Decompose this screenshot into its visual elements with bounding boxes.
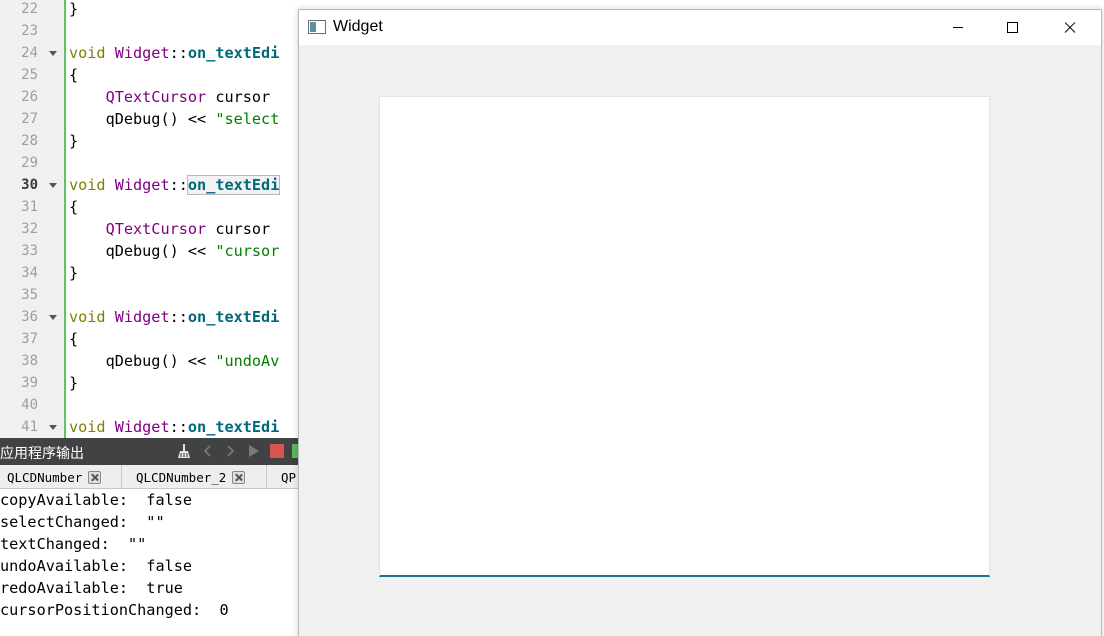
output-pane-title: 应用程序输出 bbox=[0, 446, 84, 462]
app-window-icon bbox=[308, 20, 326, 34]
fold-arrow-icon[interactable] bbox=[48, 42, 58, 64]
line-number: 31 bbox=[21, 199, 38, 215]
line-number: 32 bbox=[21, 221, 38, 237]
clear-output-icon[interactable] bbox=[176, 442, 194, 460]
line-number: 35 bbox=[21, 287, 38, 303]
line-number: 22 bbox=[21, 1, 38, 17]
line-number: 41 bbox=[21, 419, 38, 435]
code-line: { bbox=[69, 330, 79, 348]
tab-close-icon[interactable] bbox=[232, 470, 246, 484]
text-edit-field[interactable] bbox=[379, 96, 990, 577]
change-marker-bar bbox=[64, 0, 66, 438]
code-line: void Widget::on_textEdi bbox=[69, 418, 280, 436]
code-line: qDebug() << "undoAv bbox=[105, 352, 280, 370]
output-line: selectChanged: "" bbox=[0, 513, 165, 531]
close-icon[interactable] bbox=[1047, 10, 1093, 45]
line-number: 37 bbox=[21, 331, 38, 347]
code-line: qDebug() << "select bbox=[105, 110, 280, 128]
line-number: 40 bbox=[21, 397, 38, 413]
code-line: void Widget::on_textEdi bbox=[69, 44, 280, 62]
line-number-gutter: 22 23 24 25 26 27 28 29 30 31 32 33 34 3… bbox=[0, 0, 64, 438]
line-number: 39 bbox=[21, 375, 38, 391]
code-line: } bbox=[69, 264, 79, 282]
code-line: } bbox=[69, 374, 79, 392]
output-line: copyAvailable: false bbox=[0, 491, 193, 509]
output-tab-bar: QLCDNumber QLCDNumber_2 QP bbox=[0, 465, 300, 489]
output-tab[interactable]: QP bbox=[267, 465, 300, 489]
code-line: } bbox=[69, 0, 79, 18]
output-line: undoAvailable: false bbox=[0, 557, 193, 575]
output-line: textChanged: "" bbox=[0, 535, 147, 553]
line-number: 38 bbox=[21, 353, 38, 369]
code-editor[interactable]: 22 23 24 25 26 27 28 29 30 31 32 33 34 3… bbox=[0, 0, 300, 438]
widget-window: Widget bbox=[298, 9, 1102, 636]
line-number: 36 bbox=[21, 309, 38, 325]
line-number-current: 30 bbox=[21, 177, 38, 193]
maximize-icon[interactable] bbox=[989, 10, 1035, 45]
window-title-bar[interactable]: Widget bbox=[299, 10, 1101, 45]
stop-icon[interactable] bbox=[268, 442, 286, 460]
line-number: 28 bbox=[21, 133, 38, 149]
output-line: redoAvailable: true bbox=[0, 579, 183, 597]
code-line: qDebug() << "cursor bbox=[105, 242, 280, 260]
line-number: 27 bbox=[21, 111, 38, 127]
output-line: cursorPositionChanged: 0 bbox=[0, 601, 229, 619]
line-number: 34 bbox=[21, 265, 38, 281]
rerun-icon[interactable] bbox=[246, 442, 262, 460]
output-tab-label: QLCDNumber_2 bbox=[136, 469, 227, 485]
code-line: void Widget::on_textEdi bbox=[69, 308, 280, 326]
code-line: QTextCursor cursor bbox=[105, 88, 271, 106]
output-tab[interactable]: QLCDNumber bbox=[0, 465, 122, 489]
code-line-current: void Widget::on_textEdi bbox=[69, 175, 281, 195]
minimize-icon[interactable] bbox=[935, 10, 981, 45]
code-line: { bbox=[69, 198, 79, 216]
previous-item-icon[interactable] bbox=[200, 442, 216, 460]
code-line: { bbox=[69, 66, 79, 84]
line-number: 26 bbox=[21, 89, 38, 105]
output-tab-label: QP bbox=[281, 469, 297, 485]
output-tab-label: QLCDNumber bbox=[7, 469, 83, 485]
highlighted-symbol: on_textEdi bbox=[186, 175, 281, 195]
line-number: 33 bbox=[21, 243, 38, 259]
output-pane-header: 应用程序输出 bbox=[0, 438, 300, 465]
tab-close-icon[interactable] bbox=[88, 470, 102, 484]
line-number: 25 bbox=[21, 67, 38, 83]
code-line: } bbox=[69, 132, 79, 150]
application-output-text[interactable]: copyAvailable: false selectChanged: "" t… bbox=[0, 489, 300, 636]
output-tab[interactable]: QLCDNumber_2 bbox=[122, 465, 267, 489]
line-number: 29 bbox=[21, 155, 38, 171]
fold-arrow-icon[interactable] bbox=[48, 416, 58, 438]
line-number: 24 bbox=[21, 45, 38, 61]
next-item-icon[interactable] bbox=[222, 442, 238, 460]
code-line: QTextCursor cursor bbox=[105, 220, 271, 238]
line-number: 23 bbox=[21, 23, 38, 39]
fold-arrow-icon[interactable] bbox=[48, 306, 58, 328]
fold-arrow-icon[interactable] bbox=[48, 174, 58, 196]
window-title: Widget bbox=[333, 18, 383, 35]
